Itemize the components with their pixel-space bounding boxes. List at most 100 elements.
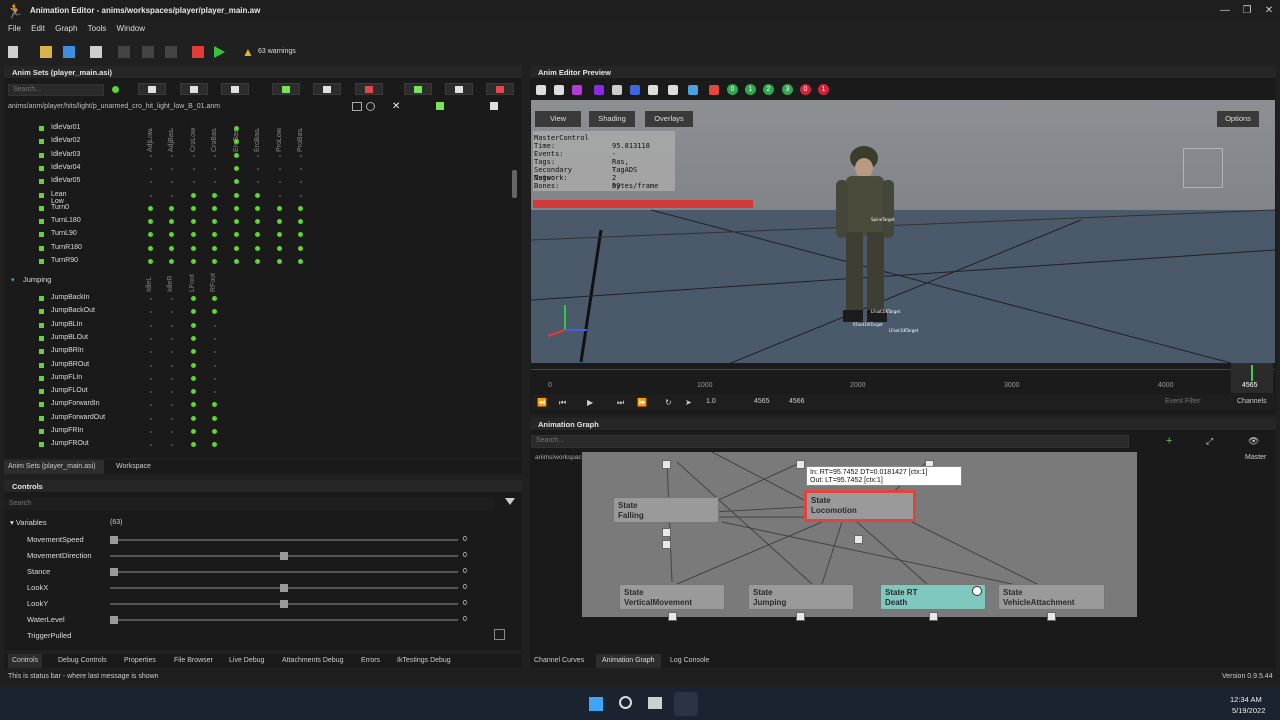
anim-editor-taskbar-icon[interactable] bbox=[674, 692, 698, 716]
anim-present-dot[interactable] bbox=[191, 245, 196, 251]
variable-value[interactable]: 0 bbox=[463, 536, 467, 543]
variable-slider[interactable] bbox=[110, 536, 458, 544]
tab-debug-controls[interactable]: Debug Controls bbox=[54, 654, 111, 668]
list-item[interactable]: JumpBLOut bbox=[51, 334, 88, 341]
shading-button[interactable]: Shading bbox=[589, 111, 635, 127]
list-item[interactable]: JumpBROut bbox=[51, 361, 89, 368]
anim-present-dot[interactable] bbox=[277, 259, 282, 264]
anim-present-dot[interactable] bbox=[212, 192, 217, 198]
graph-port[interactable] bbox=[796, 460, 805, 469]
anim-present-dot[interactable] bbox=[191, 322, 196, 328]
list-item[interactable]: TurnL180 bbox=[51, 217, 81, 224]
variable-slider[interactable] bbox=[110, 568, 458, 576]
graph-port[interactable] bbox=[662, 540, 671, 549]
prev-frame-icon[interactable]: ⏮ bbox=[559, 398, 566, 408]
anim-missing-dot[interactable] bbox=[171, 324, 173, 327]
list-item[interactable]: JumpBackIn bbox=[51, 294, 90, 301]
anim-present-dot[interactable] bbox=[277, 205, 282, 211]
variable-value[interactable]: 0 bbox=[463, 584, 467, 591]
anim-missing-dot[interactable] bbox=[171, 167, 173, 170]
play-icon[interactable] bbox=[214, 46, 225, 58]
variable-value[interactable]: 0 bbox=[463, 568, 467, 575]
anim-missing-dot[interactable] bbox=[150, 194, 152, 197]
anim-present-dot[interactable] bbox=[191, 415, 196, 421]
controls-search[interactable]: Search bbox=[4, 498, 494, 510]
variable-value[interactable]: 0 bbox=[463, 616, 467, 623]
graph-eye-icon[interactable]: 👁 bbox=[1248, 436, 1259, 447]
anim-present-dot[interactable] bbox=[298, 205, 303, 211]
anim-present-dot[interactable] bbox=[212, 259, 217, 264]
anim-present-dot[interactable] bbox=[169, 205, 174, 211]
anim-missing-dot[interactable] bbox=[150, 431, 152, 433]
anim-missing-dot[interactable] bbox=[257, 154, 259, 157]
add-folder-button[interactable] bbox=[138, 83, 166, 95]
anim-missing-dot[interactable] bbox=[171, 128, 173, 130]
print-icon[interactable] bbox=[90, 46, 102, 58]
viewport[interactable]: MasterControl Time: 95.813118 Events: - Tags:… bbox=[531, 100, 1275, 363]
anim-present-dot[interactable] bbox=[234, 192, 239, 198]
search-taskbar-icon[interactable] bbox=[619, 696, 632, 709]
list-item[interactable]: JumpBackOut bbox=[51, 307, 95, 314]
delete-row-button[interactable] bbox=[486, 83, 514, 95]
graph-add-icon[interactable]: + bbox=[1166, 435, 1172, 447]
mesh-icon[interactable] bbox=[630, 85, 640, 95]
graph-port[interactable] bbox=[1047, 612, 1056, 621]
state-death[interactable]: State RT Death bbox=[880, 584, 986, 610]
anim-present-dot[interactable] bbox=[298, 245, 303, 251]
anim-missing-dot[interactable] bbox=[171, 194, 173, 197]
list-item[interactable]: JumpForwardIn bbox=[51, 400, 100, 407]
anim-present-dot[interactable] bbox=[255, 245, 260, 251]
menu-window[interactable]: Window bbox=[117, 24, 145, 33]
anim-sets-scrollbar[interactable] bbox=[512, 170, 517, 198]
anim-present-dot[interactable] bbox=[191, 296, 196, 301]
anim-present-dot[interactable] bbox=[191, 205, 196, 211]
anim-present-dot[interactable] bbox=[212, 429, 217, 434]
anim-missing-dot[interactable] bbox=[300, 167, 302, 170]
list-item[interactable]: Turn0 bbox=[51, 204, 69, 211]
layers-icon[interactable] bbox=[572, 85, 582, 95]
anim-missing-dot[interactable] bbox=[150, 298, 152, 300]
tab-live-debug[interactable]: Live Debug bbox=[225, 654, 268, 668]
anim-missing-dot[interactable] bbox=[171, 431, 173, 433]
anim-missing-dot[interactable] bbox=[171, 298, 173, 300]
anim-missing-dot[interactable] bbox=[214, 337, 216, 340]
grid-icon[interactable] bbox=[536, 85, 546, 95]
list-item[interactable]: TurnL90 bbox=[51, 230, 77, 237]
state-verticalmovement[interactable]: State VerticalMovement bbox=[619, 584, 725, 610]
anim-missing-dot[interactable] bbox=[150, 377, 152, 380]
graph-fit-icon[interactable]: ⤢ bbox=[1206, 436, 1213, 447]
cut-icon[interactable] bbox=[118, 46, 130, 58]
alert-icon[interactable] bbox=[709, 85, 719, 95]
layer-toggle[interactable]: 0 bbox=[800, 84, 811, 95]
anim-missing-dot[interactable] bbox=[150, 128, 152, 130]
tab-controls[interactable]: Controls bbox=[8, 654, 43, 668]
menu-edit[interactable]: Edit bbox=[31, 24, 45, 33]
anim-missing-dot[interactable] bbox=[257, 128, 259, 130]
list-item[interactable]: TurnR180 bbox=[51, 244, 82, 251]
graph-port[interactable] bbox=[662, 460, 671, 469]
warning-icon[interactable]: ▲ bbox=[242, 46, 254, 58]
anim-present-dot[interactable] bbox=[234, 245, 239, 251]
anim-present-dot[interactable] bbox=[191, 259, 196, 264]
list-item[interactable]: IdleVar05 bbox=[51, 177, 80, 184]
tab-file-browser[interactable]: File Browser bbox=[170, 654, 217, 668]
slider-thumb[interactable] bbox=[110, 568, 118, 576]
slider-thumb[interactable] bbox=[280, 600, 288, 608]
anim-present-dot[interactable] bbox=[234, 165, 239, 171]
trigger-pulled-checkbox[interactable] bbox=[494, 629, 505, 640]
layer-toggle[interactable]: 0 bbox=[727, 84, 738, 95]
camera-icon[interactable] bbox=[668, 85, 678, 95]
anim-missing-dot[interactable] bbox=[300, 128, 302, 130]
anim-present-dot[interactable] bbox=[234, 205, 239, 211]
layer-toggle[interactable]: 3 bbox=[782, 84, 793, 95]
menu-file[interactable]: File bbox=[8, 24, 21, 33]
anim-present-dot[interactable] bbox=[148, 205, 153, 211]
anim-missing-dot[interactable] bbox=[193, 167, 195, 170]
slider-thumb[interactable] bbox=[280, 552, 288, 560]
anim-missing-dot[interactable] bbox=[214, 364, 216, 367]
variable-slider[interactable] bbox=[110, 616, 458, 624]
anim-present-dot[interactable] bbox=[255, 259, 260, 264]
anim-present-dot[interactable] bbox=[212, 245, 217, 251]
send-icon[interactable]: ➤ bbox=[685, 398, 692, 407]
clear-icon[interactable]: ✕ bbox=[392, 101, 400, 112]
